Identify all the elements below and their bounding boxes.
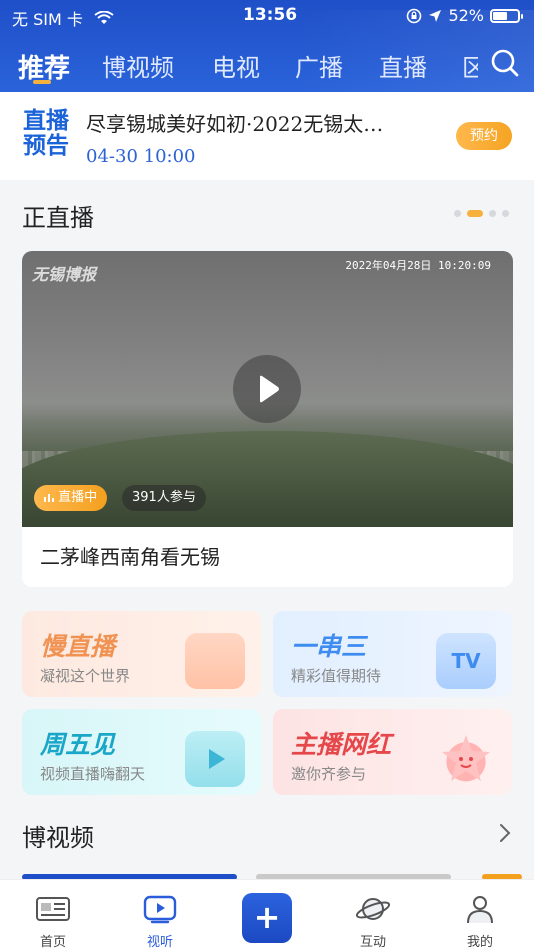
publish-plus-button[interactable]: + <box>242 893 292 943</box>
carousel-dot-active[interactable] <box>467 210 483 217</box>
category-yi-chuan-san[interactable]: 一串三 精彩值得期待 TV <box>273 611 512 697</box>
carousel-dots <box>454 210 509 217</box>
camera-icon <box>185 633 245 689</box>
category-friday[interactable]: 周五见 视频直播嗨翻天 <box>22 709 261 795</box>
top-header: 无 SIM 卡 13:56 52% 推荐 博视频 电视 广播 直播 区 <box>0 0 534 92</box>
live-section-title: 正直播 <box>22 204 94 232</box>
star-mascot-icon <box>436 731 496 787</box>
live-preview-banner[interactable]: 直播 预告 尽享锡城美好如初·2022无锡太… 04-30 10:00 预约 <box>0 92 534 180</box>
home-news-icon <box>36 897 70 921</box>
video-timestamp: 2022年04月28日 10:20:09 <box>345 259 491 272</box>
nav-mine[interactable]: 我的 <box>440 880 520 950</box>
nav-av[interactable]: 视听 <box>120 880 200 950</box>
tv-icon: TV <box>436 633 496 689</box>
tab-district[interactable]: 区 <box>462 48 478 83</box>
wifi-icon <box>94 11 114 24</box>
carousel-dot[interactable] <box>502 210 509 217</box>
stream-title: 二茅峰西南角看无锡 <box>40 545 220 569</box>
status-bar: 无 SIM 卡 13:56 52% <box>0 0 534 32</box>
status-right: 52% <box>406 6 523 25</box>
carrier-label: 无 SIM 卡 <box>12 6 114 30</box>
location-arrow-icon <box>429 9 442 22</box>
participants-badge: 391人参与 <box>122 485 206 511</box>
reserve-button[interactable]: 预约 <box>456 122 512 150</box>
signal-bars-icon <box>44 494 54 502</box>
video-play-icon <box>185 731 245 787</box>
nav-home[interactable]: 首页 <box>13 880 93 950</box>
tab-live[interactable]: 直播 <box>379 48 427 83</box>
play-icon <box>260 375 279 403</box>
video-tab-icon <box>143 895 177 924</box>
category-slow-live[interactable]: 慢直播 凝视这个世界 <box>22 611 261 697</box>
video-section-title: 博视频 <box>22 824 94 852</box>
carousel-dot[interactable] <box>454 210 461 217</box>
nav-interact[interactable]: 互动 <box>333 880 413 950</box>
preview-title: 尽享锡城美好如初·2022无锡太… <box>86 112 384 136</box>
live-status-badge: 直播中 <box>34 485 108 511</box>
battery-percent: 52% <box>448 6 484 25</box>
channel-tabs: 推荐 博视频 电视 广播 直播 区 <box>0 44 534 92</box>
preview-datetime: 04-30 10:00 <box>86 146 196 167</box>
category-anchor-influencer[interactable]: 主播网红 邀你齐参与 <box>273 709 512 795</box>
planet-icon <box>355 898 391 920</box>
live-preview-logo: 直播 预告 <box>23 107 69 159</box>
tab-radio[interactable]: 广播 <box>295 48 343 83</box>
search-icon[interactable] <box>490 48 520 78</box>
play-button[interactable] <box>233 355 301 423</box>
rotation-lock-icon <box>407 8 422 23</box>
channel-watermark: 无锡博报 <box>32 265 97 284</box>
user-icon <box>467 896 493 924</box>
tab-tv[interactable]: 电视 <box>212 48 260 83</box>
active-tab-indicator <box>33 80 51 84</box>
live-stream-thumbnail[interactable]: 无锡博报 2022年04月28日 10:20:09 直播中 391人参与 <box>22 251 513 527</box>
battery-icon <box>490 8 523 23</box>
live-stream-card[interactable]: 无锡博报 2022年04月28日 10:20:09 直播中 391人参与 二茅峰… <box>22 251 513 587</box>
carousel-dot[interactable] <box>489 210 496 217</box>
tab-bo-video[interactable]: 博视频 <box>102 48 174 83</box>
clock: 13:56 <box>243 5 298 25</box>
chevron-right-icon[interactable] <box>498 822 512 844</box>
